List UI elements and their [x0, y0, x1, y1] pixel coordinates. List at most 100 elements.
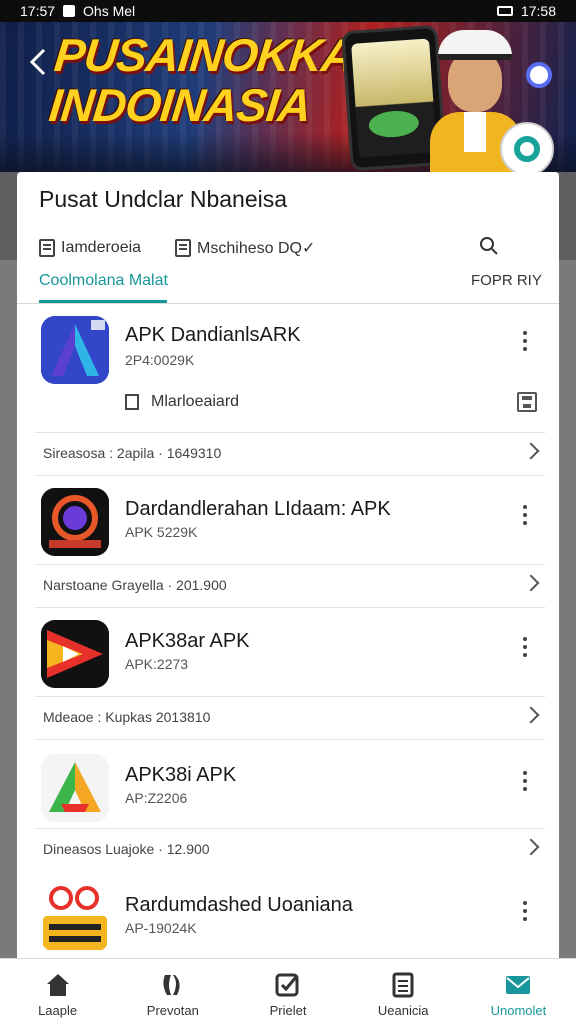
more-dot [523, 513, 527, 517]
back-button[interactable] [24, 42, 52, 82]
home-icon [46, 974, 69, 996]
list-item[interactable]: APK38i APK AP:Z2206 Dineasos Luajoke · 1… [17, 740, 559, 872]
more-options-button[interactable] [515, 768, 535, 794]
meta-row[interactable]: Dineasos Luajoke · 12.900 [35, 828, 545, 872]
status-time-left: 17:57 [20, 3, 56, 19]
nav-item-ueanicia[interactable]: Ueanicia [346, 959, 461, 1024]
battery-icon [496, 6, 513, 16]
checkbox-row: Mlarloeaiard [125, 392, 545, 416]
more-dot [523, 901, 527, 905]
status-time-right: 17:58 [520, 3, 556, 19]
chevron-left-icon [29, 48, 46, 76]
more-dot [523, 909, 527, 913]
meta-text: Narstoane Grayella · 201.900 [43, 577, 227, 593]
more-dot [523, 787, 527, 791]
more-options-button[interactable] [515, 898, 535, 924]
corner-logo-icon [526, 62, 552, 88]
more-dot [523, 521, 527, 525]
list-item[interactable]: Dardandlerahan LIdaam: APK APK 5229K Nar… [17, 476, 559, 608]
chat-ring-icon [514, 136, 540, 162]
toolbar-item-1-label: Iamderoeia [61, 239, 142, 256]
hero-banner: PUSAINOKKAN INDOINASIA [0, 22, 576, 172]
banner-title-line1: PUSAINOKKAN [51, 29, 389, 81]
nav-label: Unomolet [490, 1003, 547, 1018]
assistant-button[interactable] [500, 122, 554, 172]
banner-title: PUSAINOKKAN INDOINASIA [46, 29, 389, 131]
list-item[interactable]: APK DandianlsARK 2P4:0029K Mlarloeaiard … [17, 304, 559, 476]
status-bar: 17:57 Ohs Mel 17:58 [0, 0, 576, 22]
app-icon [41, 488, 109, 556]
search-button[interactable] [477, 234, 501, 258]
app-name: Rardumdashed Uoaniana [125, 894, 353, 916]
toolbar-item-1[interactable]: Iamderoeia [39, 239, 141, 257]
meta-row[interactable]: Sireasosa : 2apila · 1649310 [35, 432, 545, 476]
nav-item-unomolet[interactable]: Unomolet [461, 959, 576, 1024]
nav-item-prielet[interactable]: Prielet [230, 959, 345, 1024]
chevron-right-icon [522, 706, 540, 724]
nav-label: Laaple [38, 1003, 78, 1018]
nav-item-home[interactable]: Laaple [0, 959, 115, 1024]
more-dot [523, 505, 527, 509]
check-square-icon [275, 973, 299, 997]
more-dot [523, 917, 527, 921]
main-card: Pusat Undclar Nbaneisa Iamderoeia Mschih… [17, 172, 559, 960]
mail-icon [506, 976, 531, 994]
toolbar-item-2[interactable]: Mschiheso DQ✓ [175, 238, 315, 258]
app-name: APK38ar APK [125, 630, 250, 652]
page-title: Pusat Undclar Nbaneisa [39, 186, 288, 212]
person-collar [464, 112, 486, 152]
more-dot [523, 339, 527, 343]
more-options-button[interactable] [515, 634, 535, 660]
app-logo-badge-icon [41, 884, 109, 952]
bottom-nav: Laaple Prevotan Prielet Ueanicia Unomole… [0, 958, 576, 1024]
folder-icon [175, 239, 192, 257]
document-icon [39, 239, 55, 257]
chevron-right-icon [522, 574, 540, 592]
app-logo-triangle-icon [41, 754, 109, 822]
notification-icon [63, 5, 76, 17]
nav-label: Prevotan [146, 1003, 199, 1018]
meta-row[interactable]: Narstoane Grayella · 201.900 [35, 564, 545, 608]
leaf-icon [163, 975, 180, 995]
phone-screen [351, 38, 437, 158]
chevron-right-icon [522, 442, 540, 460]
meta-text: Sireasosa : 2apila · 1649310 [43, 445, 222, 461]
checkbox[interactable] [125, 394, 139, 410]
more-dot [523, 645, 527, 649]
more-options-button[interactable] [515, 328, 535, 354]
nav-label: Ueanicia [377, 1003, 429, 1018]
document-icon [392, 972, 414, 998]
app-icon [41, 754, 109, 822]
more-dot [523, 771, 527, 775]
nav-label: Prielet [269, 1003, 307, 1018]
more-dot [523, 347, 527, 351]
tab-active-indicator [39, 300, 167, 303]
app-name: Dardandlerahan LIdaam: APK [125, 498, 391, 520]
more-dot [523, 637, 527, 641]
status-carrier: Ohs Mel [83, 3, 136, 19]
more-dot [523, 779, 527, 783]
list-item[interactable]: APK38ar APK APK:2273 Mdeaoe : Kupkas 201… [17, 608, 559, 740]
save-icon[interactable] [517, 392, 537, 412]
app-logo-a-icon [41, 316, 109, 384]
nav-item-prevotan[interactable]: Prevotan [115, 959, 230, 1024]
app-name: APK38i APK [125, 764, 237, 786]
app-icon [41, 884, 109, 952]
app-size: APK 5229K [125, 524, 198, 540]
list-item[interactable]: Rardumdashed Uoaniana AP-19024K [17, 872, 559, 960]
app-size: AP:Z2206 [125, 790, 188, 806]
app-name: APK DandianlsARK [125, 324, 301, 346]
banner-title-line2: INDOINASIA [46, 79, 314, 131]
app-icon [41, 316, 109, 384]
app-size: AP-19024K [125, 920, 197, 936]
more-dot [523, 653, 527, 657]
app-icon [41, 620, 109, 688]
search-icon [480, 237, 498, 255]
tab-right[interactable]: FOPR RIY [471, 272, 542, 289]
more-options-button[interactable] [515, 502, 535, 528]
more-dot [523, 331, 527, 335]
checkbox-label: Mlarloeaiard [151, 393, 240, 410]
meta-row[interactable]: Mdeaoe : Kupkas 2013810 [35, 696, 545, 740]
tab-active[interactable]: Coolmolana Malat [39, 272, 168, 290]
app-logo-circle-icon [41, 488, 109, 556]
